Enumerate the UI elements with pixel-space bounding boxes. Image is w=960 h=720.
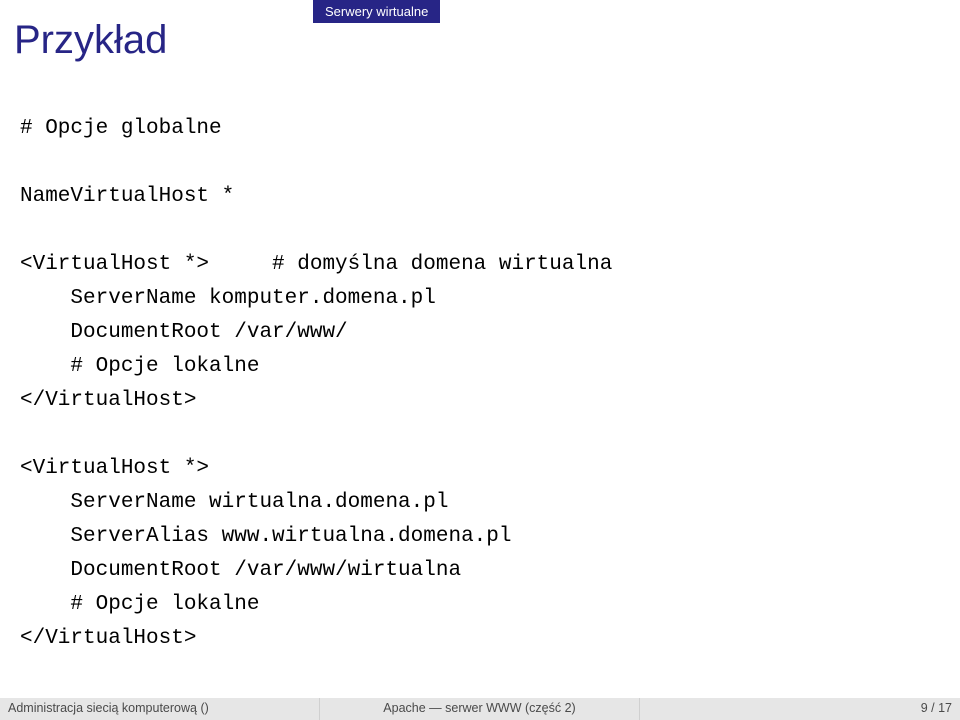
code-line: DocumentRoot /var/www/wirtualna xyxy=(20,559,461,582)
code-line: <VirtualHost *> xyxy=(20,457,209,480)
footer-right: 9 / 17 xyxy=(640,698,960,720)
footer-left: Administracja siecią komputerową () xyxy=(0,698,320,720)
code-line: <VirtualHost *> # domyślna domena wirtua… xyxy=(20,253,612,276)
code-line: # Opcje lokalne xyxy=(20,355,259,378)
footer: Administracja siecią komputerową () Apac… xyxy=(0,698,960,720)
footer-center: Apache — serwer WWW (część 2) xyxy=(320,698,640,720)
code-block: # Opcje globalne NameVirtualHost * <Virt… xyxy=(20,112,940,656)
slide-title: Przykład xyxy=(14,18,167,63)
code-line: # Opcje globalne xyxy=(20,117,222,140)
code-line: </VirtualHost> xyxy=(20,389,196,412)
section-tab: Serwery wirtualne xyxy=(313,0,440,23)
code-line: NameVirtualHost * xyxy=(20,185,234,208)
code-line: DocumentRoot /var/www/ xyxy=(20,321,348,344)
code-line: ServerName wirtualna.domena.pl xyxy=(20,491,448,514)
code-line: ServerAlias www.wirtualna.domena.pl xyxy=(20,525,511,548)
code-line: # Opcje lokalne xyxy=(20,593,259,616)
slide-content: # Opcje globalne NameVirtualHost * <Virt… xyxy=(20,112,940,656)
code-line: ServerName komputer.domena.pl xyxy=(20,287,436,310)
code-line: </VirtualHost> xyxy=(20,627,196,650)
